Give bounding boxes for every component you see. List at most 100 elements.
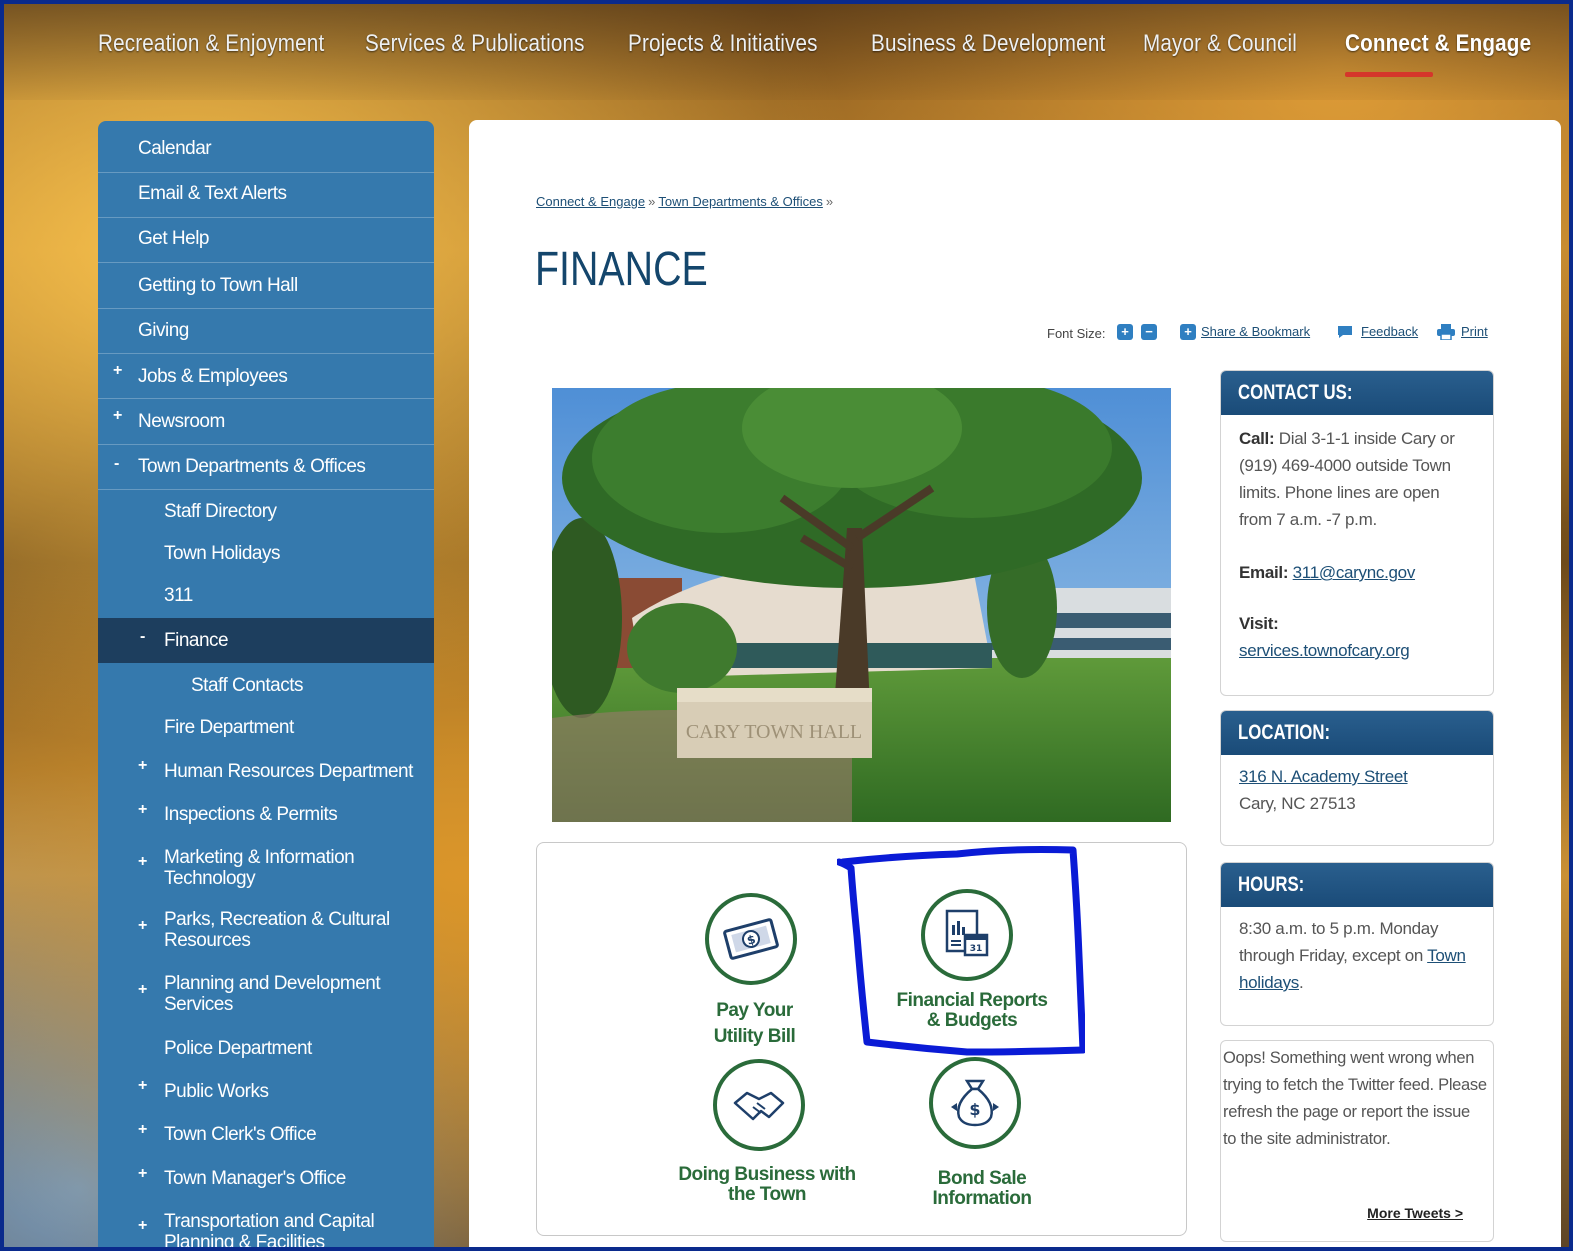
- sidebar-item-town-departments[interactable]: - Town Departments & Offices: [98, 445, 434, 490]
- expand-icon: +: [138, 801, 147, 818]
- main-content: Connect & Engage» Town Departments & Offi…: [469, 120, 1561, 1251]
- sidebar-item-human-resources[interactable]: + Human Resources Department: [98, 749, 434, 793]
- print-link[interactable]: Print: [1461, 324, 1488, 339]
- page-title: FINANCE: [535, 243, 708, 296]
- tile-label-line: Pay Your: [716, 1000, 793, 1021]
- sidebar-item-giving[interactable]: Giving: [98, 309, 434, 354]
- font-size-label: Font Size:: [1047, 326, 1106, 341]
- sidebar-item-fire-department[interactable]: Fire Department: [98, 705, 434, 749]
- sidebar-item-marketing-it[interactable]: + Marketing & Information Technology: [98, 835, 434, 897]
- page-tools: Font Size: + − + Share & Bookmark Feedba…: [1047, 324, 1497, 346]
- font-increase-button[interactable]: +: [1117, 324, 1133, 340]
- print-icon: [1437, 324, 1455, 343]
- breadcrumb-town-departments[interactable]: Town Departments & Offices: [658, 194, 823, 209]
- expand-icon: +: [138, 1165, 147, 1182]
- nav-business[interactable]: Business & Development: [871, 30, 1105, 58]
- sidebar-item-label: Planning and Development Services: [164, 973, 381, 1015]
- location-card: LOCATION: 316 N. Academy Street Cary, NC…: [1220, 710, 1494, 846]
- bond-sale-link[interactable]: Bond Sale Information: [897, 1169, 1067, 1209]
- main-navigation: Recreation & Enjoyment Services & Public…: [0, 30, 1573, 77]
- contact-card-header: CONTACT US:: [1221, 371, 1493, 415]
- font-decrease-button[interactable]: −: [1141, 324, 1157, 340]
- town-hall-sign-text: CARY TOWN HALL: [686, 721, 862, 743]
- hours-card-header: HOURS:: [1221, 863, 1493, 907]
- expand-icon: +: [138, 917, 147, 934]
- hours-text: 8:30 a.m. to 5 p.m. Monday through Frida…: [1239, 919, 1439, 965]
- sidebar-item-public-works[interactable]: + Public Works: [98, 1071, 434, 1113]
- nav-recreation[interactable]: Recreation & Enjoyment: [98, 30, 324, 58]
- sidebar-item-newsroom[interactable]: + Newsroom: [98, 399, 434, 445]
- visit-link[interactable]: services.townofcary.org: [1239, 641, 1410, 660]
- more-tweets-link[interactable]: More Tweets >: [1367, 1205, 1463, 1221]
- visit-label: Visit:: [1239, 614, 1279, 633]
- nav-connect-engage[interactable]: Connect & Engage: [1345, 30, 1531, 58]
- expand-icon: +: [138, 1121, 147, 1138]
- sidebar-item-getting-to-town-hall[interactable]: Getting to Town Hall: [98, 263, 434, 309]
- sidebar-item-town-manager[interactable]: + Town Manager's Office: [98, 1157, 434, 1201]
- call-label: Call:: [1239, 429, 1275, 448]
- tile-label-line: Bond Sale: [937, 1168, 1027, 1189]
- sidebar-item-label: Parks, Recreation & Cultural Resources: [164, 909, 390, 951]
- share-bookmark-link[interactable]: Share & Bookmark: [1201, 324, 1310, 339]
- sidebar-item-email-alerts[interactable]: Email & Text Alerts: [98, 173, 434, 218]
- hours-end: .: [1298, 973, 1304, 992]
- nav-services[interactable]: Services & Publications: [365, 30, 585, 58]
- expand-icon: +: [138, 757, 147, 774]
- pay-utility-bill-link[interactable]: Pay Your Utility Bill: [657, 1001, 852, 1047]
- sidebar-item-label: Fire Department: [164, 717, 294, 738]
- twitter-error-message: Oops! Something went wrong when trying t…: [1223, 1049, 1487, 1148]
- sidebar-item-planning-development[interactable]: + Planning and Development Services: [98, 961, 434, 1027]
- doing-business-link[interactable]: Doing Business with the Town: [667, 1165, 867, 1205]
- sidebar-item-calendar[interactable]: Calendar: [98, 121, 434, 173]
- sidebar-item-label: Get Help: [138, 228, 209, 249]
- location-card-header: LOCATION:: [1221, 711, 1493, 755]
- sidebar-item-label: 311: [164, 585, 193, 606]
- sidebar-item-get-help[interactable]: Get Help: [98, 218, 434, 263]
- breadcrumb-separator: »: [825, 194, 834, 209]
- street-link[interactable]: 316 N. Academy Street: [1239, 767, 1408, 786]
- sidebar-item-finance[interactable]: - Finance: [98, 618, 434, 663]
- sidebar-item-staff-directory[interactable]: Staff Directory: [98, 490, 434, 532]
- handshake-icon[interactable]: [713, 1059, 805, 1151]
- nav-projects[interactable]: Projects & Initiatives: [628, 30, 818, 58]
- sidebar-item-311[interactable]: 311: [98, 574, 434, 618]
- sidebar-item-label: Email & Text Alerts: [138, 183, 287, 204]
- tile-label-line: Utility Bill: [713, 1026, 796, 1047]
- sidebar-item-transportation[interactable]: + Transportation and Capital Planning & F…: [98, 1201, 434, 1251]
- town-hall-photo: CARY TOWN HALL: [552, 388, 1171, 822]
- sidebar-item-parks-recreation[interactable]: + Parks, Recreation & Cultural Resources: [98, 897, 434, 961]
- hours-card: HOURS: 8:30 a.m. to 5 p.m. Monday throug…: [1220, 862, 1494, 1026]
- sidebar-item-label: Town Departments & Offices: [138, 456, 366, 477]
- expand-icon: +: [138, 1077, 147, 1094]
- sidebar-item-police[interactable]: Police Department: [98, 1027, 434, 1071]
- sidebar-item-label: Public Works: [164, 1081, 269, 1102]
- sidebar-item-label: Town Clerk's Office: [164, 1124, 317, 1145]
- breadcrumb: Connect & Engage» Town Departments & Offi…: [536, 194, 836, 209]
- highlight-annotation: [837, 846, 1085, 1056]
- sidebar-item-staff-contacts[interactable]: Staff Contacts: [98, 663, 434, 705]
- tile-label-line: Information: [932, 1188, 1033, 1209]
- location-card-body: 316 N. Academy Street Cary, NC 27513: [1221, 755, 1493, 827]
- money-bag-icon[interactable]: $: [929, 1057, 1021, 1149]
- sidebar-item-town-clerk[interactable]: + Town Clerk's Office: [98, 1113, 434, 1157]
- sidebar-item-inspections[interactable]: + Inspections & Permits: [98, 793, 434, 835]
- sidebar-item-label: Getting to Town Hall: [138, 275, 298, 296]
- feedback-link[interactable]: Feedback: [1361, 324, 1418, 339]
- expand-icon: +: [138, 981, 147, 998]
- contact-card: CONTACT US: Call: Dial 3-1-1 inside Cary…: [1220, 370, 1494, 696]
- expand-icon: +: [113, 407, 122, 424]
- sidebar-item-label: Marketing & Information Technology: [164, 847, 355, 889]
- breadcrumb-connect-engage[interactable]: Connect & Engage: [536, 194, 645, 209]
- expand-icon: +: [138, 1217, 147, 1234]
- tile-label-line: the Town: [728, 1184, 806, 1205]
- active-nav-underline: [1345, 72, 1433, 77]
- sidebar-item-label: Inspections & Permits: [164, 804, 338, 825]
- money-icon[interactable]: $: [705, 893, 797, 985]
- sidebar-item-label: Staff Directory: [164, 501, 277, 522]
- email-link[interactable]: 311@carync.gov: [1293, 563, 1416, 582]
- sidebar-item-label: Town Holidays: [164, 543, 281, 564]
- nav-mayor-council[interactable]: Mayor & Council: [1143, 30, 1297, 58]
- breadcrumb-separator: »: [648, 194, 656, 209]
- sidebar-item-town-holidays[interactable]: Town Holidays: [98, 532, 434, 574]
- sidebar-item-jobs[interactable]: + Jobs & Employees: [98, 354, 434, 399]
